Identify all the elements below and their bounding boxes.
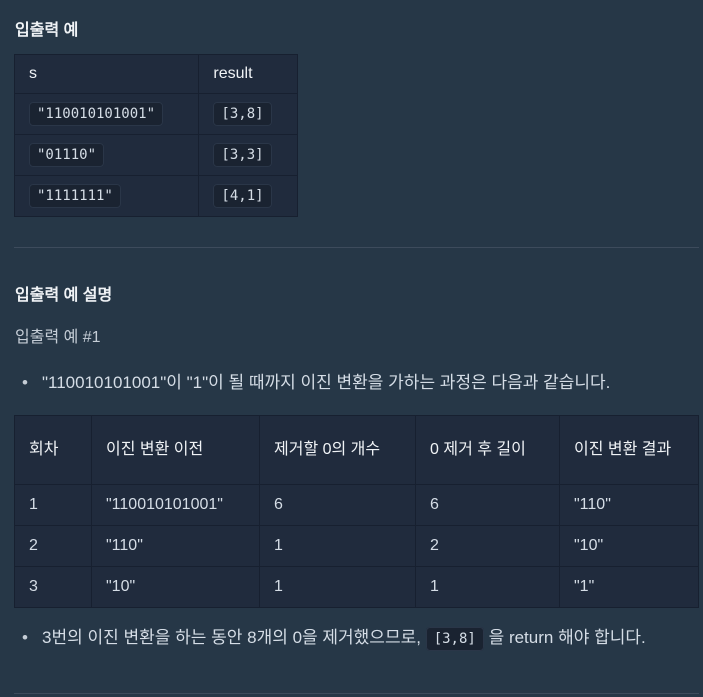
section-title: 입출력 예 설명: [15, 287, 113, 304]
header-s: s: [13, 54, 200, 94]
io-example-table: s result "110010101001" [3,8] "01110" [3,3]…: [13, 54, 298, 217]
header-cell: 0 제거 후 길이: [415, 415, 560, 485]
text: 3번의 이진 변환을 하는 동안 8개의 0을 제거했으므로,: [42, 628, 421, 647]
explanation-table: 회차 이진 변환 이전 제거할 0의 개수 0 제거 후 길이 이진 변환 결과…: [14, 415, 699, 608]
cell-s: "01110": [29, 143, 105, 167]
cell-s: "1111111": [29, 184, 121, 208]
divider: [14, 247, 699, 248]
table-row: "01110" [3,3]: [13, 134, 298, 176]
table-row: 1 "110010101001" 6 6 "110": [14, 484, 699, 526]
cell-result: [4,1]: [213, 184, 272, 208]
cell: 1: [14, 484, 92, 526]
inline-code: [3,8]: [425, 627, 484, 651]
cell: "10": [91, 566, 260, 608]
table-row: 2 "110" 1 2 "10": [14, 525, 699, 567]
table-header-row: s result: [13, 54, 298, 94]
cell: 1: [259, 566, 416, 608]
cell: 2: [14, 525, 92, 567]
table-row: 3 "10" 1 1 "1": [14, 566, 699, 608]
table-header-row: 회차 이진 변환 이전 제거할 0의 개수 0 제거 후 길이 이진 변환 결과: [14, 415, 699, 485]
header-result: result: [198, 54, 298, 94]
bullet-text: 3번의 이진 변환을 하는 동안 8개의 0을 제거했으므로, [3,8] 을 …: [22, 623, 697, 654]
cell-result: [3,8]: [213, 102, 272, 126]
cell: 2: [415, 525, 560, 567]
cell: "110": [91, 525, 260, 567]
bullet-text: "110010101001"이 "1"이 될 때까지 이진 변환을 가하는 과정…: [22, 368, 610, 398]
divider: [14, 693, 699, 694]
cell-result: [3,3]: [213, 143, 272, 167]
cell: 6: [415, 484, 560, 526]
table-row: "110010101001" [3,8]: [13, 93, 298, 135]
cell: 1: [415, 566, 560, 608]
header-cell: 제거할 0의 개수: [259, 415, 416, 485]
table-row: "1111111" [4,1]: [13, 175, 298, 217]
section-title: 입출력 예: [15, 22, 79, 39]
text: 을 return 해야 합니다.: [488, 628, 646, 647]
header-cell: 이진 변환 결과: [559, 415, 699, 485]
header-cell: 이진 변환 이전: [91, 415, 260, 485]
cell: "110": [559, 484, 699, 526]
cell: 3: [14, 566, 92, 608]
subtitle: 입출력 예 #1: [15, 329, 101, 346]
cell-s: "110010101001": [29, 102, 164, 126]
header-cell: 회차: [14, 415, 92, 485]
cell: "110010101001": [91, 484, 260, 526]
cell: 1: [259, 525, 416, 567]
cell: "10": [559, 525, 699, 567]
cell: 6: [259, 484, 416, 526]
cell: "1": [559, 566, 699, 608]
